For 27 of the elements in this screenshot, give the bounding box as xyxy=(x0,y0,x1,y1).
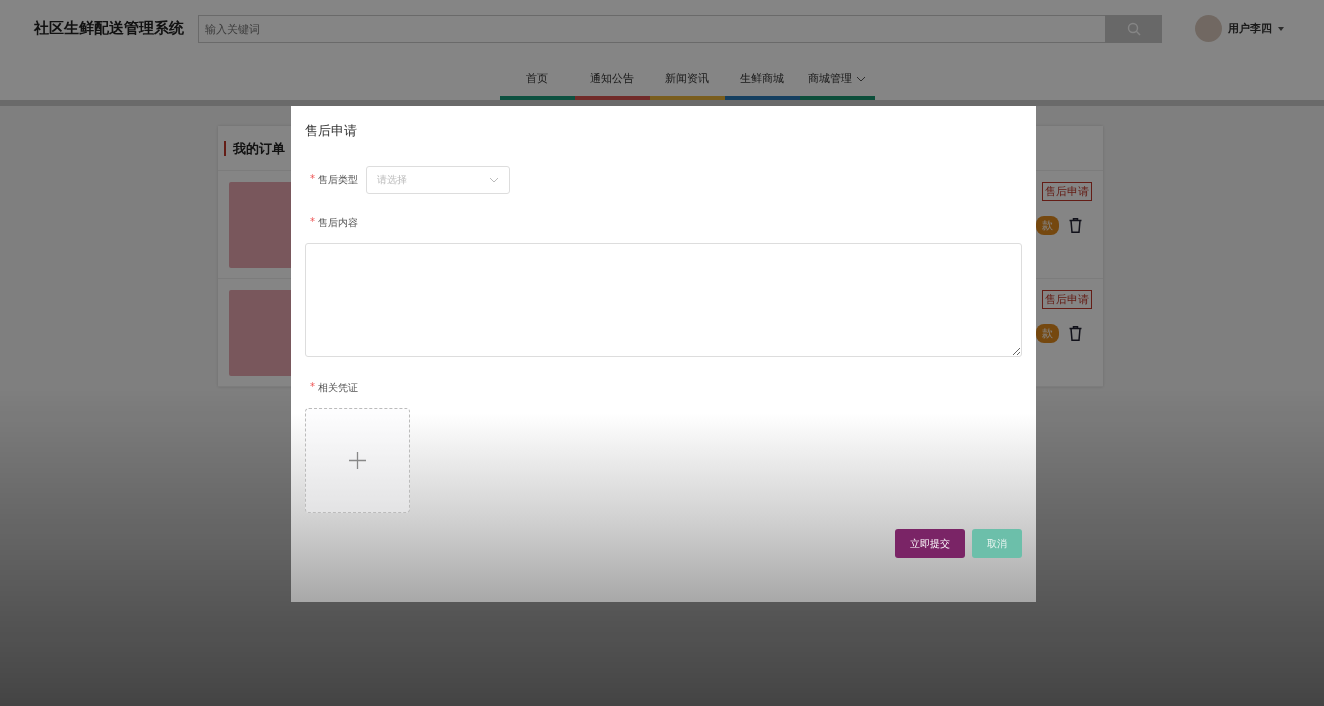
search-icon xyxy=(1126,21,1141,36)
required-mark: * xyxy=(310,216,315,229)
site-title: 社区生鲜配送管理系统 xyxy=(34,19,184,38)
plus-icon xyxy=(349,452,366,469)
after-sale-tag[interactable]: 售后申请 xyxy=(1042,290,1092,309)
user-name[interactable]: 用户李四 xyxy=(1228,21,1272,36)
upload-box[interactable] xyxy=(305,408,410,513)
submit-button[interactable]: 立即提交 xyxy=(895,529,965,558)
field-label: 售后类型 xyxy=(318,173,358,187)
required-mark: * xyxy=(310,381,315,394)
status-badge: 款 xyxy=(1036,324,1059,343)
avatar[interactable] xyxy=(1195,15,1222,42)
dialog-title: 售后申请 xyxy=(305,122,358,140)
trash-icon[interactable] xyxy=(1069,326,1082,341)
after-sale-tag[interactable]: 售后申请 xyxy=(1042,182,1092,201)
search-button[interactable] xyxy=(1105,14,1162,43)
field-label: 售后内容 xyxy=(318,216,358,230)
status-badge: 款 xyxy=(1036,216,1059,235)
required-mark: * xyxy=(310,173,315,186)
search-field[interactable]: 输入关键词 xyxy=(198,14,1105,43)
chevron-down-icon xyxy=(856,75,866,82)
card-title: 我的订单 xyxy=(224,141,285,156)
trash-icon[interactable] xyxy=(1069,218,1082,233)
content-textarea[interactable] xyxy=(305,243,1022,357)
chevron-down-icon xyxy=(489,177,499,183)
field-label: 相关凭证 xyxy=(318,381,358,395)
caret-icon[interactable] xyxy=(1278,26,1284,31)
